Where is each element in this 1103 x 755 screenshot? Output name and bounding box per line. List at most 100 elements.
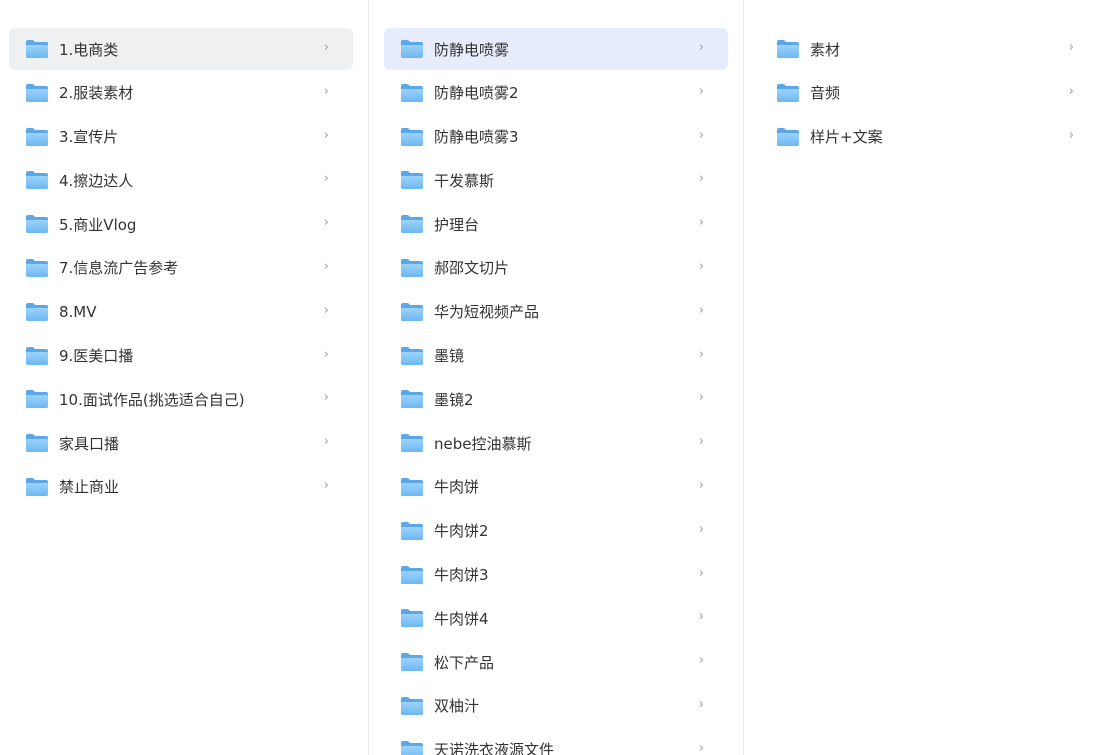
folder-column-1[interactable]: 1.电商类 › 2.服装素材 › 3.宣传片 › 4.擦边达人 › 5.商业Vl… <box>0 0 368 755</box>
folder-label: 护理台 <box>434 215 480 234</box>
folder-item-2-beef-patty-4[interactable]: 牛肉饼4 › <box>384 597 728 639</box>
folder-label: 防静电喷雾2 <box>434 84 519 103</box>
folder-item-1-feed-ads[interactable]: 7.信息流广告参考 › <box>9 247 353 289</box>
chevron-right-icon: › <box>698 83 704 99</box>
folder-label: 5.商业Vlog <box>59 215 137 234</box>
chevron-right-icon: › <box>323 127 329 143</box>
chevron-right-icon: › <box>323 40 329 55</box>
folder-item-1-promo[interactable]: 3.宣传片 › <box>9 116 353 158</box>
folder-item-2-detergent[interactable]: 天诺洗衣液源文件 › <box>384 729 728 755</box>
folder-label: 样片+文案 <box>810 128 883 147</box>
chevron-right-icon: › <box>323 302 329 318</box>
folder-label: 4.擦边达人 <box>59 171 134 190</box>
folder-label: 天诺洗衣液源文件 <box>434 741 555 755</box>
folder-item-1-furniture[interactable]: 家具口播 › <box>9 422 353 464</box>
folder-icon <box>401 696 423 715</box>
folder-label: 防静电喷雾 <box>434 40 510 59</box>
folder-item-1-ecommerce[interactable]: 1.电商类 › <box>9 28 353 70</box>
chevron-right-icon: › <box>323 83 329 99</box>
folder-label: 双柚汁 <box>434 697 480 716</box>
chevron-right-icon: › <box>323 171 329 187</box>
folder-icon <box>401 609 423 628</box>
folder-column-3[interactable]: 素材 › 音频 › 样片+文案 › <box>744 0 1103 755</box>
folder-item-2-dry-mousse[interactable]: 干发慕斯 › <box>384 159 728 201</box>
folder-label: 牛肉饼 <box>434 478 480 497</box>
folder-item-2-antistatic[interactable]: 防静电喷雾 › <box>384 28 728 70</box>
chevron-right-icon: › <box>698 740 704 755</box>
chevron-right-icon: › <box>1068 40 1074 55</box>
folder-item-2-clips[interactable]: 郝邵文切片 › <box>384 247 728 289</box>
folder-icon <box>26 434 48 453</box>
folder-item-2-huawei[interactable]: 华为短视频产品 › <box>384 291 728 333</box>
folder-icon <box>26 83 48 102</box>
folder-icon <box>401 390 423 409</box>
folder-label: 禁止商业 <box>59 478 120 497</box>
folder-icon <box>401 171 423 190</box>
folder-label: 墨镜 <box>434 347 465 366</box>
chevron-right-icon: › <box>698 696 704 712</box>
folder-label: nebe控油慕斯 <box>434 434 532 453</box>
folder-label: 松下产品 <box>434 653 495 672</box>
chevron-right-icon: › <box>698 346 704 362</box>
folder-item-1-no-commercial[interactable]: 禁止商业 › <box>9 466 353 508</box>
folder-icon <box>26 258 48 277</box>
folder-item-1-mv[interactable]: 8.MV › <box>9 291 353 333</box>
folder-icon <box>401 434 423 453</box>
folder-item-2-panasonic[interactable]: 松下产品 › <box>384 641 728 683</box>
folder-icon <box>401 127 423 146</box>
folder-item-2-beef-patty-3[interactable]: 牛肉饼3 › <box>384 554 728 596</box>
folder-item-1-interview[interactable]: 10.面试作品(挑选适合自己) › <box>9 378 353 420</box>
folder-label: 墨镜2 <box>434 390 474 409</box>
folder-item-3-materials[interactable]: 素材 › <box>769 28 1089 70</box>
folder-label: 牛肉饼2 <box>434 522 489 541</box>
folder-icon <box>401 521 423 540</box>
folder-item-2-sunglasses-2[interactable]: 墨镜2 › <box>384 378 728 420</box>
folder-item-3-sample-copy[interactable]: 样片+文案 › <box>769 116 1089 158</box>
folder-label: 8.MV <box>59 302 97 321</box>
folder-item-2-beef-patty[interactable]: 牛肉饼 › <box>384 466 728 508</box>
folder-label: 7.信息流广告参考 <box>59 259 179 278</box>
folder-list-2: 防静电喷雾 › 防静电喷雾2 › 防静电喷雾3 › 干发慕斯 › 护理台 › 郝… <box>369 0 728 755</box>
folder-label: 9.医美口播 <box>59 347 134 366</box>
folder-item-2-antistatic-2[interactable]: 防静电喷雾2 › <box>384 72 728 114</box>
folder-item-2-beef-patty-2[interactable]: 牛肉饼2 › <box>384 510 728 552</box>
folder-label: 牛肉饼3 <box>434 566 489 585</box>
folder-label: 1.电商类 <box>59 40 119 59</box>
folder-label: 华为短视频产品 <box>434 303 540 322</box>
folder-item-2-nebe[interactable]: nebe控油慕斯 › <box>384 422 728 464</box>
folder-icon <box>26 171 48 190</box>
folder-item-1-talent[interactable]: 4.擦边达人 › <box>9 159 353 201</box>
folder-icon <box>26 127 48 146</box>
folder-icon <box>401 565 423 584</box>
folder-item-1-medical[interactable]: 9.医美口播 › <box>9 335 353 377</box>
chevron-right-icon: › <box>1068 83 1074 99</box>
folder-label: 防静电喷雾3 <box>434 128 519 147</box>
folder-item-1-clothing[interactable]: 2.服装素材 › <box>9 72 353 114</box>
folder-item-1-vlog[interactable]: 5.商业Vlog › <box>9 203 353 245</box>
folder-icon <box>777 83 799 102</box>
chevron-right-icon: › <box>698 609 704 625</box>
folder-item-2-antistatic-3[interactable]: 防静电喷雾3 › <box>384 116 728 158</box>
folder-icon <box>401 258 423 277</box>
folder-label: 3.宣传片 <box>59 128 119 147</box>
chevron-right-icon: › <box>323 390 329 406</box>
folder-icon <box>401 40 423 58</box>
folder-item-2-care-table[interactable]: 护理台 › <box>384 203 728 245</box>
folder-icon <box>26 390 48 409</box>
folder-item-2-sunglasses[interactable]: 墨镜 › <box>384 335 728 377</box>
folder-icon <box>401 477 423 496</box>
folder-list-1: 1.电商类 › 2.服装素材 › 3.宣传片 › 4.擦边达人 › 5.商业Vl… <box>0 0 353 508</box>
chevron-right-icon: › <box>698 215 704 231</box>
chevron-right-icon: › <box>1068 127 1074 143</box>
chevron-right-icon: › <box>323 258 329 274</box>
folder-icon <box>401 346 423 365</box>
chevron-right-icon: › <box>698 653 704 669</box>
chevron-right-icon: › <box>698 171 704 187</box>
folder-label: 牛肉饼4 <box>434 609 489 628</box>
folder-icon <box>401 83 423 102</box>
folder-label: 素材 <box>810 40 841 59</box>
folder-item-3-audio[interactable]: 音频 › <box>769 72 1089 114</box>
chevron-right-icon: › <box>698 565 704 581</box>
folder-column-2[interactable]: 防静电喷雾 › 防静电喷雾2 › 防静电喷雾3 › 干发慕斯 › 护理台 › 郝… <box>369 0 743 755</box>
folder-item-2-pomelo-juice[interactable]: 双柚汁 › <box>384 685 728 727</box>
